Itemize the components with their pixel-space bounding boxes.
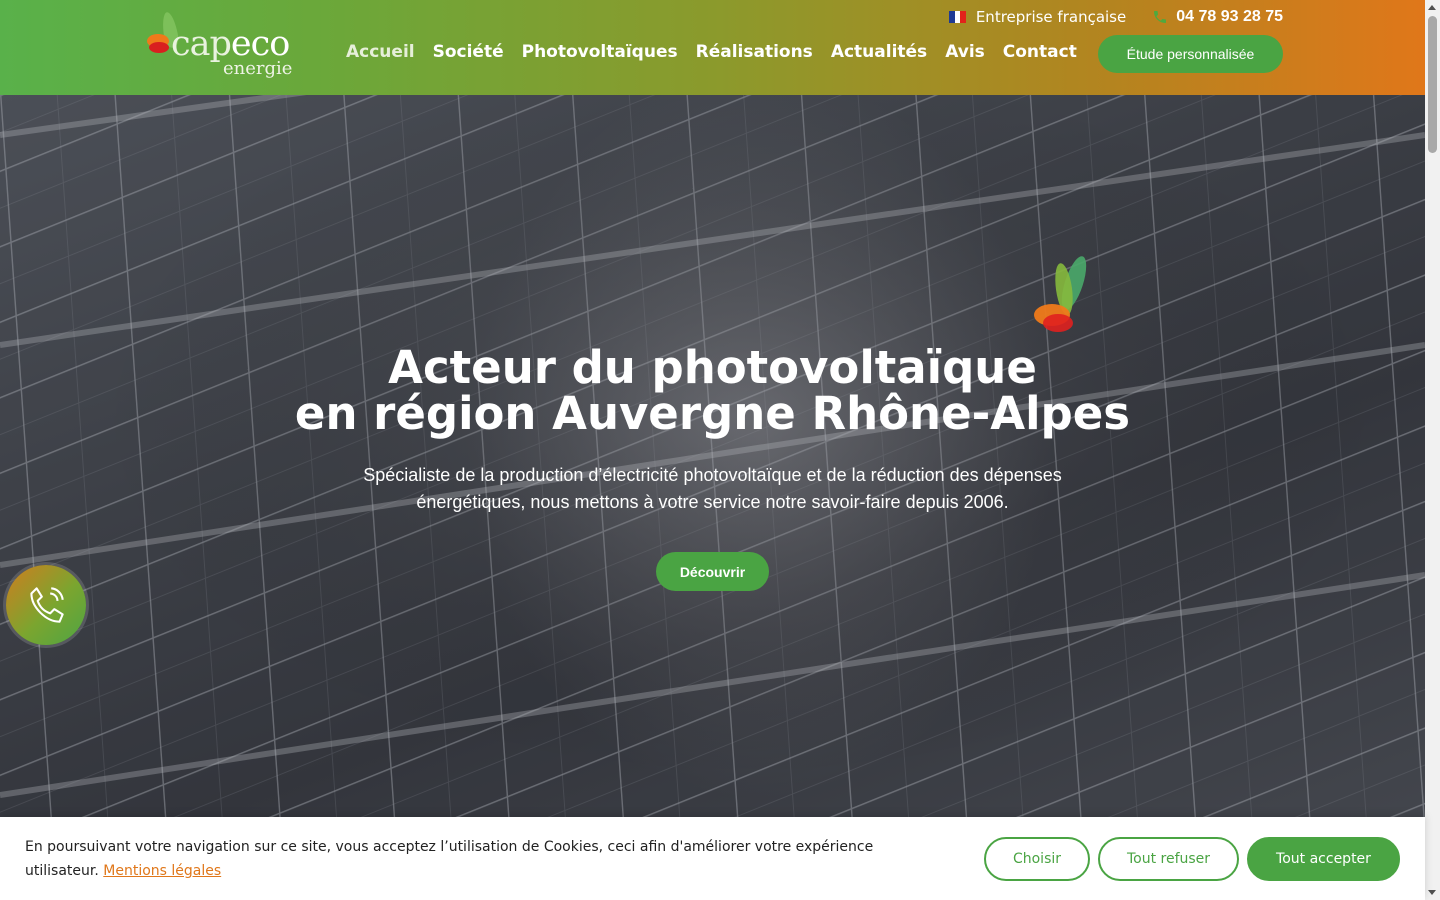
- site-header: capeco energie Entreprise française 04 7…: [0, 0, 1425, 95]
- cookie-banner: En poursuivant votre navigation sur ce s…: [0, 817, 1425, 900]
- hero-description: Spécialiste de la production d’électrici…: [363, 465, 1062, 512]
- cookie-accept-all-button[interactable]: Tout accepter: [1247, 837, 1400, 881]
- nav-contact[interactable]: Contact: [1003, 42, 1077, 62]
- butterfly-logo-icon: [1034, 256, 1087, 332]
- page-scrollbar[interactable]: [1425, 0, 1440, 900]
- capeco-logo[interactable]: capeco energie: [143, 11, 295, 84]
- cookie-message: En poursuivant votre navigation sur ce s…: [25, 835, 925, 883]
- company-origin: Entreprise française: [948, 8, 1127, 26]
- phone-icon: [1154, 11, 1167, 23]
- flag-red: [960, 11, 966, 23]
- nav-societe[interactable]: Société: [433, 42, 504, 62]
- floating-call-button[interactable]: [6, 565, 86, 645]
- hero-section: Acteur du photovoltaïque en région Auver…: [0, 95, 1425, 900]
- header-phone[interactable]: 04 78 93 28 75: [1152, 8, 1283, 26]
- cookie-choose-button[interactable]: Choisir: [984, 837, 1090, 881]
- main-nav: Accueil Société Photovoltaïques Réalisat…: [346, 42, 1077, 62]
- discover-button[interactable]: Découvrir: [656, 552, 769, 591]
- scroll-down-arrow-icon[interactable]: [1428, 890, 1436, 895]
- phone-call-icon: [30, 587, 64, 623]
- scrollbar-thumb[interactable]: [1428, 16, 1437, 153]
- company-origin-label: Entreprise française: [975, 8, 1127, 26]
- header-phone-number: 04 78 93 28 75: [1176, 8, 1283, 25]
- hero-title: Acteur du photovoltaïque: [388, 341, 1037, 394]
- cookie-refuse-all-button[interactable]: Tout refuser: [1098, 837, 1239, 881]
- nav-realisations[interactable]: Réalisations: [696, 42, 813, 62]
- logo-subtitle: energie: [223, 58, 293, 79]
- legal-mentions-link[interactable]: Mentions légales: [103, 863, 221, 879]
- top-bar: Entreprise française 04 78 93 28 75: [948, 7, 1283, 27]
- logo-leaf-red: [149, 42, 169, 53]
- scroll-up-arrow-icon[interactable]: [1428, 5, 1436, 10]
- hero-subtitle: en région Auvergne Rhône-Alpes: [294, 387, 1131, 440]
- nav-accueil[interactable]: Accueil: [346, 42, 415, 62]
- french-flag-icon: [948, 11, 966, 23]
- nav-photovoltaiques[interactable]: Photovoltaïques: [522, 42, 678, 62]
- nav-actualites[interactable]: Actualités: [831, 42, 927, 62]
- nav-avis[interactable]: Avis: [945, 42, 985, 62]
- logo-wordmark: capeco: [171, 24, 290, 64]
- study-button[interactable]: Étude personnalisée: [1098, 35, 1283, 73]
